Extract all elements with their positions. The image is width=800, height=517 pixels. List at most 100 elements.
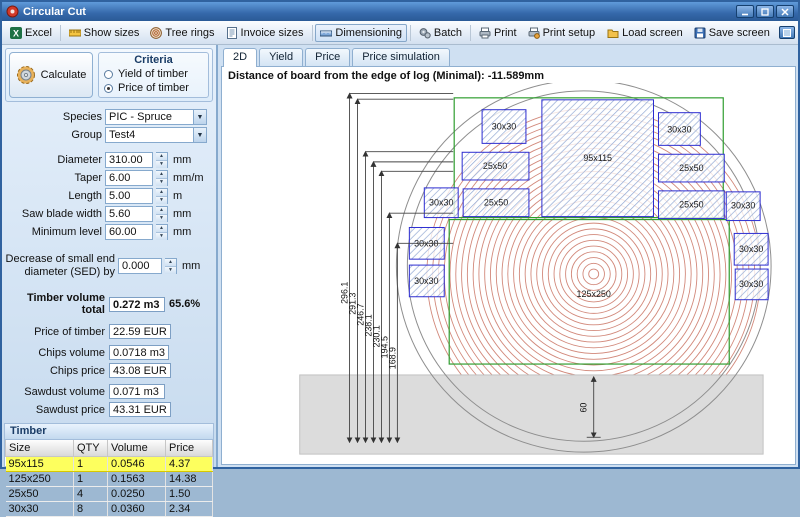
sidebar: Calculate Criteria Yield of timber Price… — [2, 45, 218, 467]
toolbar-button-save-screen[interactable]: Save screen — [689, 24, 775, 42]
table-row[interactable]: 95x115 1 0.0546 4.37 — [6, 456, 213, 471]
sed-stepper[interactable]: ▲▼ — [165, 258, 177, 274]
chips-price-label: Chips price — [5, 365, 105, 377]
timber-section-title: Timber — [5, 424, 213, 440]
col-header-qty[interactable]: QTY — [74, 440, 108, 456]
toolbar: X Excel Show sizes Tree rings Invoice si… — [2, 21, 798, 45]
minimum-level-label: Minimum level — [5, 226, 102, 238]
tab-2d[interactable]: 2D — [223, 48, 257, 67]
board-label: 25x50 — [483, 161, 507, 171]
criteria-title: Criteria — [104, 54, 203, 66]
chips-price-value: 43.08 EUR — [109, 363, 171, 378]
tab-yield[interactable]: Yield — [259, 48, 303, 66]
title-bar: Circular Cut — [2, 2, 798, 21]
diameter-stepper[interactable]: ▲▼ — [156, 152, 168, 168]
timber-volume-value: 0.272 m3 — [109, 297, 165, 312]
print-setup-icon — [528, 27, 540, 39]
chevron-down-icon[interactable]: ▼ — [193, 128, 206, 142]
panel-toggle-icon[interactable] — [779, 26, 795, 39]
board-label: 30x30 — [492, 122, 516, 132]
board-label: 25x50 — [679, 163, 703, 173]
dimensioning-icon — [320, 27, 332, 39]
tab-price-simulation[interactable]: Price simulation — [352, 48, 450, 66]
timber-volume-percent: 65.6% — [169, 298, 200, 310]
taper-field[interactable]: 6.00 — [105, 170, 153, 186]
minimum-level-stepper[interactable]: ▲▼ — [156, 224, 168, 240]
saw-blade-width-label: Saw blade width — [5, 208, 102, 220]
load-screen-icon — [607, 27, 619, 39]
table-row[interactable]: 25x50 4 0.0250 1.50 — [6, 486, 213, 501]
distance-heading: Distance of board from the edge of log (… — [222, 67, 795, 83]
length-field[interactable]: 5.00 — [105, 188, 153, 204]
saw-blade-width-field[interactable]: 5.60 — [105, 206, 153, 222]
toolbar-button-batch[interactable]: Batch — [414, 24, 467, 42]
price-of-timber-label: Price of timber — [5, 326, 105, 338]
close-button-icon[interactable] — [776, 5, 794, 18]
tree-rings-icon — [150, 27, 162, 39]
col-header-price[interactable]: Price — [166, 440, 213, 456]
toolbar-button-invoice-sizes[interactable]: Invoice sizes — [221, 24, 309, 42]
col-header-size[interactable]: Size — [6, 440, 74, 456]
tab-price[interactable]: Price — [305, 48, 350, 66]
board-label: 30x30 — [667, 125, 691, 135]
length-stepper[interactable]: ▲▼ — [156, 188, 168, 204]
chevron-down-icon[interactable]: ▼ — [193, 110, 206, 124]
board-label: 25x50 — [679, 200, 703, 210]
diameter-field[interactable]: 310.00 — [105, 152, 153, 168]
selection-group: Species PIC - Spruce ▼ Group Test4 ▼ — [5, 107, 213, 145]
taper-stepper[interactable]: ▲▼ — [156, 170, 168, 186]
toolbar-button-excel[interactable]: X Excel — [5, 24, 57, 42]
results-group: Timber volume total 0.272 m3 65.6% Price… — [5, 289, 213, 420]
batch-icon — [419, 27, 431, 39]
toolbar-button-show-sizes[interactable]: Show sizes — [64, 24, 145, 42]
toolbar-button-print-setup[interactable]: Print setup — [523, 24, 601, 42]
sed-group: Decrease of small enddiameter (SED) by 0… — [5, 253, 213, 278]
species-label: Species — [5, 111, 102, 123]
board-label: 95x115 — [583, 153, 612, 163]
svg-text:168.9: 168.9 — [387, 347, 397, 369]
toolbar-separator — [60, 25, 61, 41]
radio-price-of-timber[interactable]: Price of timber — [104, 82, 203, 94]
show-sizes-icon — [69, 27, 81, 39]
app-window: Circular Cut X Excel Show sizes Tree rin… — [0, 0, 800, 469]
criteria-box: Criteria Yield of timber Price of timber — [98, 52, 209, 98]
save-screen-icon — [694, 27, 706, 39]
col-header-volume[interactable]: Volume — [108, 440, 166, 456]
timber-volume-label: Timber volume total — [5, 292, 105, 316]
calculate-button[interactable]: Calculate — [9, 52, 93, 98]
saw-blade-width-stepper[interactable]: ▲▼ — [156, 206, 168, 222]
toolbar-button-print[interactable]: Print — [474, 24, 522, 42]
board-label: 30x30 — [739, 279, 763, 289]
board-label: 25x50 — [484, 198, 508, 208]
radio-icon[interactable] — [104, 84, 113, 93]
radio-yield-of-timber[interactable]: Yield of timber — [104, 68, 203, 80]
ground-band — [300, 375, 763, 454]
toolbar-button-tree-rings[interactable]: Tree rings — [145, 24, 219, 42]
board-label: 30x30 — [739, 244, 763, 254]
species-select[interactable]: PIC - Spruce ▼ — [105, 109, 207, 125]
sed-field[interactable]: 0.000 — [118, 258, 162, 274]
diameter-label: Diameter — [5, 154, 102, 166]
table-row[interactable]: 30x30 8 0.0360 2.34 — [6, 501, 213, 516]
timber-table-section: Timber Size QTY Volume Price 95x115 — [4, 423, 214, 467]
toolbar-separator — [312, 25, 313, 41]
excel-icon: X — [10, 27, 22, 39]
minimum-level-field[interactable]: 60.00 — [105, 224, 153, 240]
radio-icon[interactable] — [104, 70, 113, 79]
chips-volume-label: Chips volume — [5, 347, 105, 359]
calculate-label: Calculate — [41, 69, 87, 81]
diagram-canvas[interactable]: 30x30 30x30 25x50 95x115 25x50 30x30 25x… — [222, 83, 795, 464]
log-cross-section-diagram: 30x30 30x30 25x50 95x115 25x50 30x30 25x… — [222, 83, 795, 464]
parameters-group: Diameter 310.00 ▲▼ mm Taper 6.00 ▲▼ mm/m… — [5, 150, 213, 242]
minimize-button-icon[interactable] — [736, 5, 754, 18]
toolbar-button-load-screen[interactable]: Load screen — [602, 24, 688, 42]
sawdust-volume-value: 0.071 m3 — [109, 384, 165, 399]
sed-label: Decrease of small enddiameter (SED) by — [5, 253, 115, 278]
toolbar-button-dimensioning[interactable]: Dimensioning — [315, 24, 407, 42]
table-row[interactable]: 125x250 1 0.1563 14.38 — [6, 471, 213, 486]
toolbar-separator — [470, 25, 471, 41]
group-select[interactable]: Test4 ▼ — [105, 127, 207, 143]
tab-strip: 2D Yield Price Price simulation — [221, 47, 796, 66]
maximize-button-icon[interactable] — [756, 5, 774, 18]
chips-volume-value: 0.0718 m3 — [109, 345, 169, 360]
